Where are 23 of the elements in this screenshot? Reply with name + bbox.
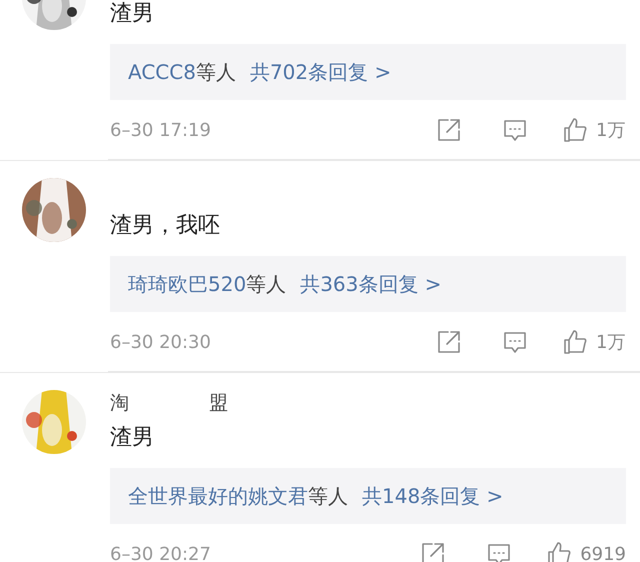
replies-link[interactable]: 全世界最好的姚文君等人 共148条回复 > [110, 468, 626, 524]
share-icon[interactable] [436, 329, 462, 355]
timestamp: 6–30 17:19 [110, 120, 212, 140]
comment-icon[interactable] [502, 329, 528, 355]
share-icon[interactable] [436, 117, 462, 143]
username-text[interactable]: 淘 [110, 390, 129, 416]
share-icon[interactable] [420, 541, 446, 562]
replies-link[interactable]: ACCC8等人 共702条回复 > [110, 44, 626, 100]
replies-link[interactable]: 琦琦欧巴520等人 共363条回复 > [110, 256, 626, 312]
like-count: 1万 [596, 119, 626, 142]
thumbs-up-icon[interactable] [562, 117, 588, 143]
comment-icon[interactable] [502, 117, 528, 143]
timestamp: 6–30 20:27 [110, 544, 212, 562]
comment-text: 渣男 [110, 424, 155, 452]
timestamp: 6–30 20:30 [110, 332, 212, 352]
comment-icon[interactable] [486, 541, 512, 562]
thumbs-up-icon[interactable] [562, 329, 588, 355]
like-count: 1万 [596, 331, 626, 354]
comment-text: 渣男，我呸 [110, 212, 221, 240]
comment-text: 渣男 [110, 0, 155, 28]
thumbs-up-icon[interactable] [546, 541, 572, 562]
username-text[interactable]: 盟 [209, 390, 228, 416]
like-count: 6919 [580, 544, 626, 562]
